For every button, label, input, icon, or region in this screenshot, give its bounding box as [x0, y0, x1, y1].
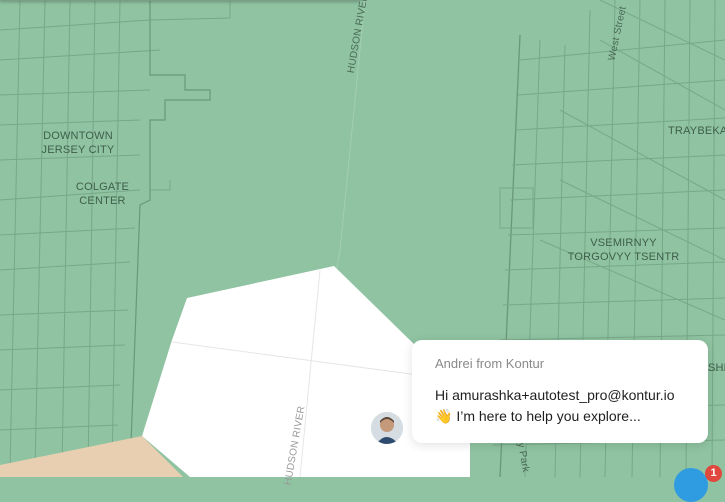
chat-message-line1: Hi amurashka+autotest_pro@kontur.io: [435, 387, 675, 403]
chat-message-line2: 👋 I’m here to help you explore...: [435, 408, 641, 424]
chat-sender: Andrei from Kontur: [435, 356, 545, 371]
top-panel-edge: [0, 0, 360, 1]
map-label-downtown: DOWNTOWN JERSEY CITY: [38, 129, 118, 157]
map-label-downtown-line1: DOWNTOWN: [43, 130, 113, 142]
chat-launcher-button[interactable]: [674, 468, 708, 502]
map-label-downtown-line2: JERSEY CITY: [41, 144, 115, 156]
chat-agent-avatar[interactable]: [371, 412, 403, 444]
map-label-colgate: COLGATE CENTER: [75, 181, 130, 207]
map-label-wtc-line2: TORGOVYY TSENTR: [567, 251, 680, 263]
map-label-wtc-line1: VSEMIRNYY: [590, 237, 657, 249]
unread-badge: 1: [705, 465, 722, 482]
map-label-shl: SHL: [708, 362, 725, 374]
chat-message-card[interactable]: Andrei from Kontur Hi amurashka+autotest…: [412, 340, 708, 443]
map-label-tribeca: TRAYBEKA: [668, 125, 725, 137]
map-label-wtc: VSEMIRNYY TORGOVYY TSENTR: [566, 236, 681, 264]
